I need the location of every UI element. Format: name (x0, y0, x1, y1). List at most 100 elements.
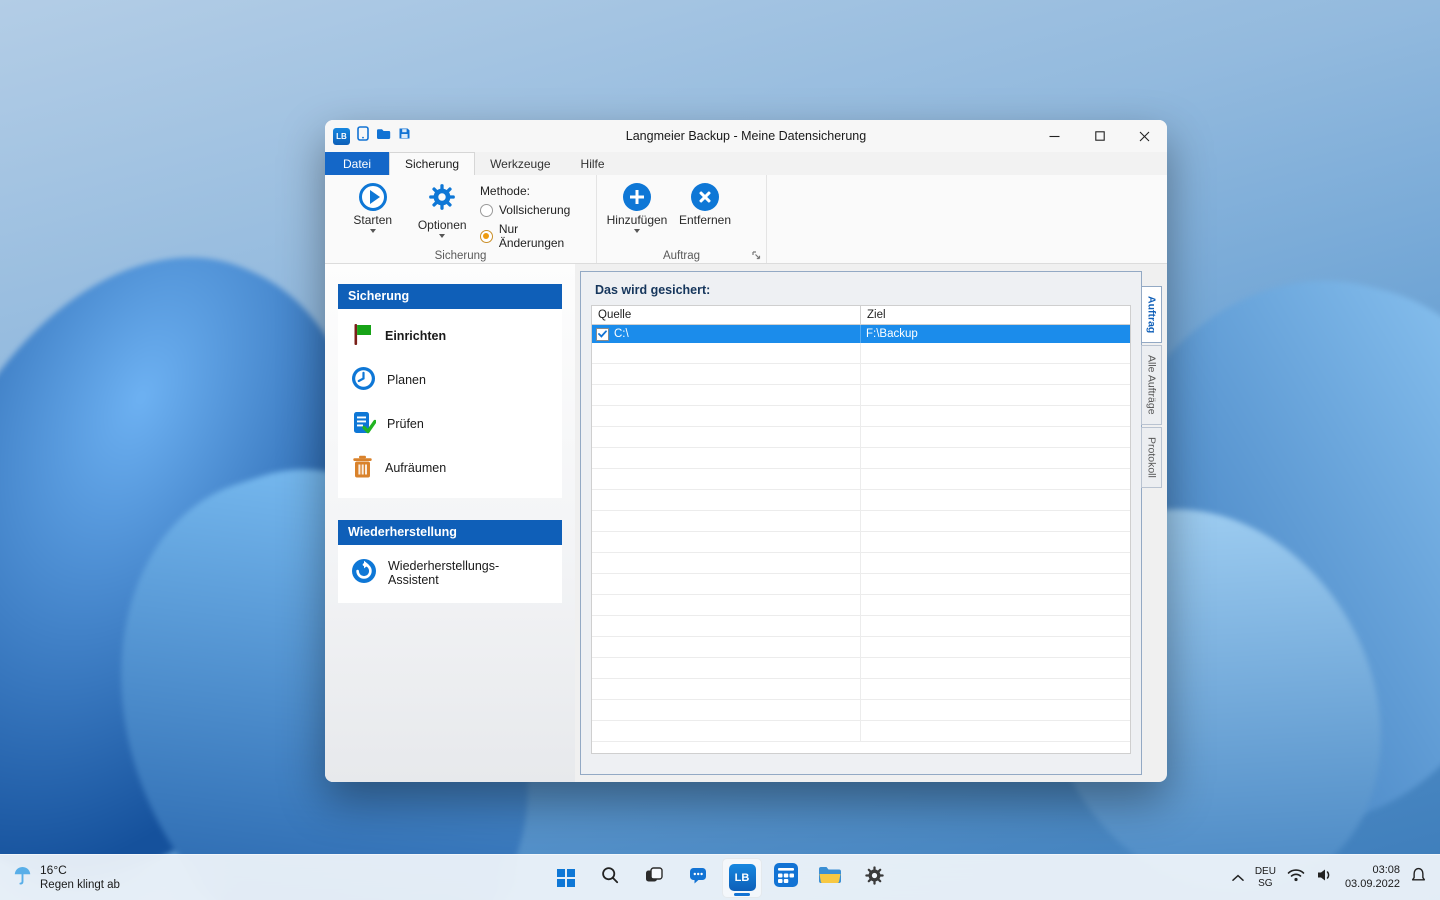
column-header-quelle[interactable]: Quelle (592, 306, 861, 324)
table-empty-row (592, 448, 1130, 469)
hinzufuegen-button[interactable]: Hinzufügen (609, 181, 665, 233)
entfernen-button[interactable]: Entfernen (677, 181, 733, 227)
optionen-button[interactable]: Optionen (414, 181, 469, 238)
side-tab-protokoll[interactable]: Protokoll (1141, 427, 1162, 488)
radio-vollsicherung[interactable]: Vollsicherung (480, 203, 586, 217)
app-logo-icon[interactable]: LB (333, 128, 350, 145)
chat-button[interactable] (678, 858, 718, 898)
weather-icon (13, 865, 32, 891)
table-empty-row (592, 364, 1130, 385)
tray-date: 03.09.2022 (1345, 878, 1400, 892)
calendar-app-icon (773, 862, 799, 893)
sidebar-item-label: Planen (387, 373, 426, 387)
ribbon-group-sicherung: Starten Optionen Methode: Vollsicherung (325, 175, 597, 263)
taskbar-center: LB (546, 858, 894, 898)
clock[interactable]: 03:08 03.09.2022 (1345, 864, 1400, 892)
table-empty-row (592, 679, 1130, 700)
close-button[interactable] (1122, 120, 1167, 152)
active-app-indicator (734, 893, 750, 896)
sidebar-item-label: Aufräumen (385, 461, 446, 475)
task-view-icon (644, 865, 664, 890)
desktop: LB Langmeier Backup - Meine Datensicheru… (0, 0, 1440, 900)
plus-icon (623, 183, 651, 211)
task-view-button[interactable] (634, 858, 674, 898)
hinzufuegen-label: Hinzufügen (607, 213, 668, 227)
panel-heading: Das wird gesichert: (581, 272, 1141, 305)
sidebar-item-planen[interactable]: Planen (338, 358, 562, 402)
table-empty-row (592, 700, 1130, 721)
save-icon[interactable] (398, 127, 411, 145)
starten-button[interactable]: Starten (345, 181, 400, 233)
flag-icon (351, 322, 374, 350)
weather-condition: Regen klingt ab (40, 878, 120, 892)
optionen-label: Optionen (418, 218, 467, 232)
folder-icon[interactable] (376, 127, 391, 145)
table-empty-row (592, 343, 1130, 364)
entfernen-label: Entfernen (679, 213, 731, 227)
chevron-down-icon (634, 229, 640, 233)
backup-items-table[interactable]: Quelle Ziel C:\ F:\Backup (591, 305, 1131, 754)
sidebar-item-einrichten[interactable]: Einrichten (338, 314, 562, 358)
quick-access-toolbar: LB (325, 126, 411, 146)
taskbar-langmeier-backup-button[interactable]: LB (722, 858, 762, 898)
table-empty-row (592, 511, 1130, 532)
sidebar-item-pruefen[interactable]: Prüfen (338, 402, 562, 446)
file-explorer-button[interactable] (810, 858, 850, 898)
radio-unselected-icon (480, 204, 493, 217)
table-row-selected[interactable]: C:\ F:\Backup (592, 325, 1130, 343)
window-controls (1032, 120, 1167, 152)
side-tab-auftrag[interactable]: Auftrag (1141, 286, 1162, 343)
group-label-auftrag: Auftrag (597, 250, 766, 262)
starten-label: Starten (353, 213, 392, 227)
chevron-down-icon (370, 229, 376, 233)
sidebar-card-wiederherstellung: Wiederherstellungs-Assistent (338, 545, 562, 603)
network-icon[interactable] (1287, 868, 1305, 887)
chat-icon (688, 865, 708, 890)
dialog-launcher-icon[interactable] (750, 249, 762, 261)
tab-werkzeuge[interactable]: Werkzeuge (475, 152, 565, 175)
search-button[interactable] (590, 858, 630, 898)
minimize-button[interactable] (1032, 120, 1077, 152)
ziel-cell: F:\Backup (861, 325, 1130, 343)
settings-button[interactable] (854, 858, 894, 898)
table-empty-row (592, 385, 1130, 406)
sidebar-spacer (338, 498, 562, 520)
row-checkbox[interactable] (596, 328, 609, 341)
table-empty-row (592, 406, 1130, 427)
start-button[interactable] (546, 858, 586, 898)
search-icon (600, 865, 620, 890)
chevron-down-icon (439, 234, 445, 238)
table-empty-row (592, 721, 1130, 742)
language-indicator[interactable]: DEU SG (1255, 866, 1276, 889)
tab-datei[interactable]: Datei (325, 152, 389, 175)
ribbon-tab-bar: Datei Sicherung Werkzeuge Hilfe (325, 152, 1167, 175)
calendar-app-button[interactable] (766, 858, 806, 898)
group-label-sicherung: Sicherung (325, 250, 596, 262)
sidebar-item-label: Prüfen (387, 417, 424, 431)
sidebar-item-label: Wiederherstellungs-Assistent (388, 559, 549, 587)
tab-sicherung[interactable]: Sicherung (389, 152, 475, 175)
clock-icon (351, 366, 376, 394)
radio-nur-aenderungen[interactable]: Nur Änderungen (480, 222, 586, 250)
side-tab-alle-auftraege[interactable]: Alle Aufträge (1141, 345, 1162, 425)
column-header-ziel[interactable]: Ziel (861, 306, 1130, 324)
trash-icon (351, 454, 374, 482)
sidebar-item-wiederherstellungs-assistent[interactable]: Wiederherstellungs-Assistent (338, 550, 562, 595)
radio-selected-icon (480, 230, 493, 243)
device-icon[interactable] (357, 126, 369, 146)
tab-hilfe[interactable]: Hilfe (566, 152, 620, 175)
windows-logo-icon (557, 869, 575, 887)
ziel-value: F:\Backup (861, 328, 918, 340)
notification-bell-icon[interactable] (1411, 867, 1426, 888)
volume-icon[interactable] (1316, 868, 1334, 887)
table-empty-row (592, 553, 1130, 574)
tray-chevron-up-icon[interactable] (1232, 869, 1244, 887)
weather-temperature: 16°C (40, 863, 120, 878)
sidebar-item-aufraeumen[interactable]: Aufräumen (338, 446, 562, 490)
maximize-button[interactable] (1077, 120, 1122, 152)
table-empty-rows (592, 343, 1130, 742)
sidebar-item-label: Einrichten (385, 329, 446, 343)
tray-time: 03:08 (1372, 864, 1400, 878)
radio-vollsicherung-label: Vollsicherung (499, 203, 570, 217)
weather-widget[interactable]: 16°C Regen klingt ab (0, 863, 120, 892)
